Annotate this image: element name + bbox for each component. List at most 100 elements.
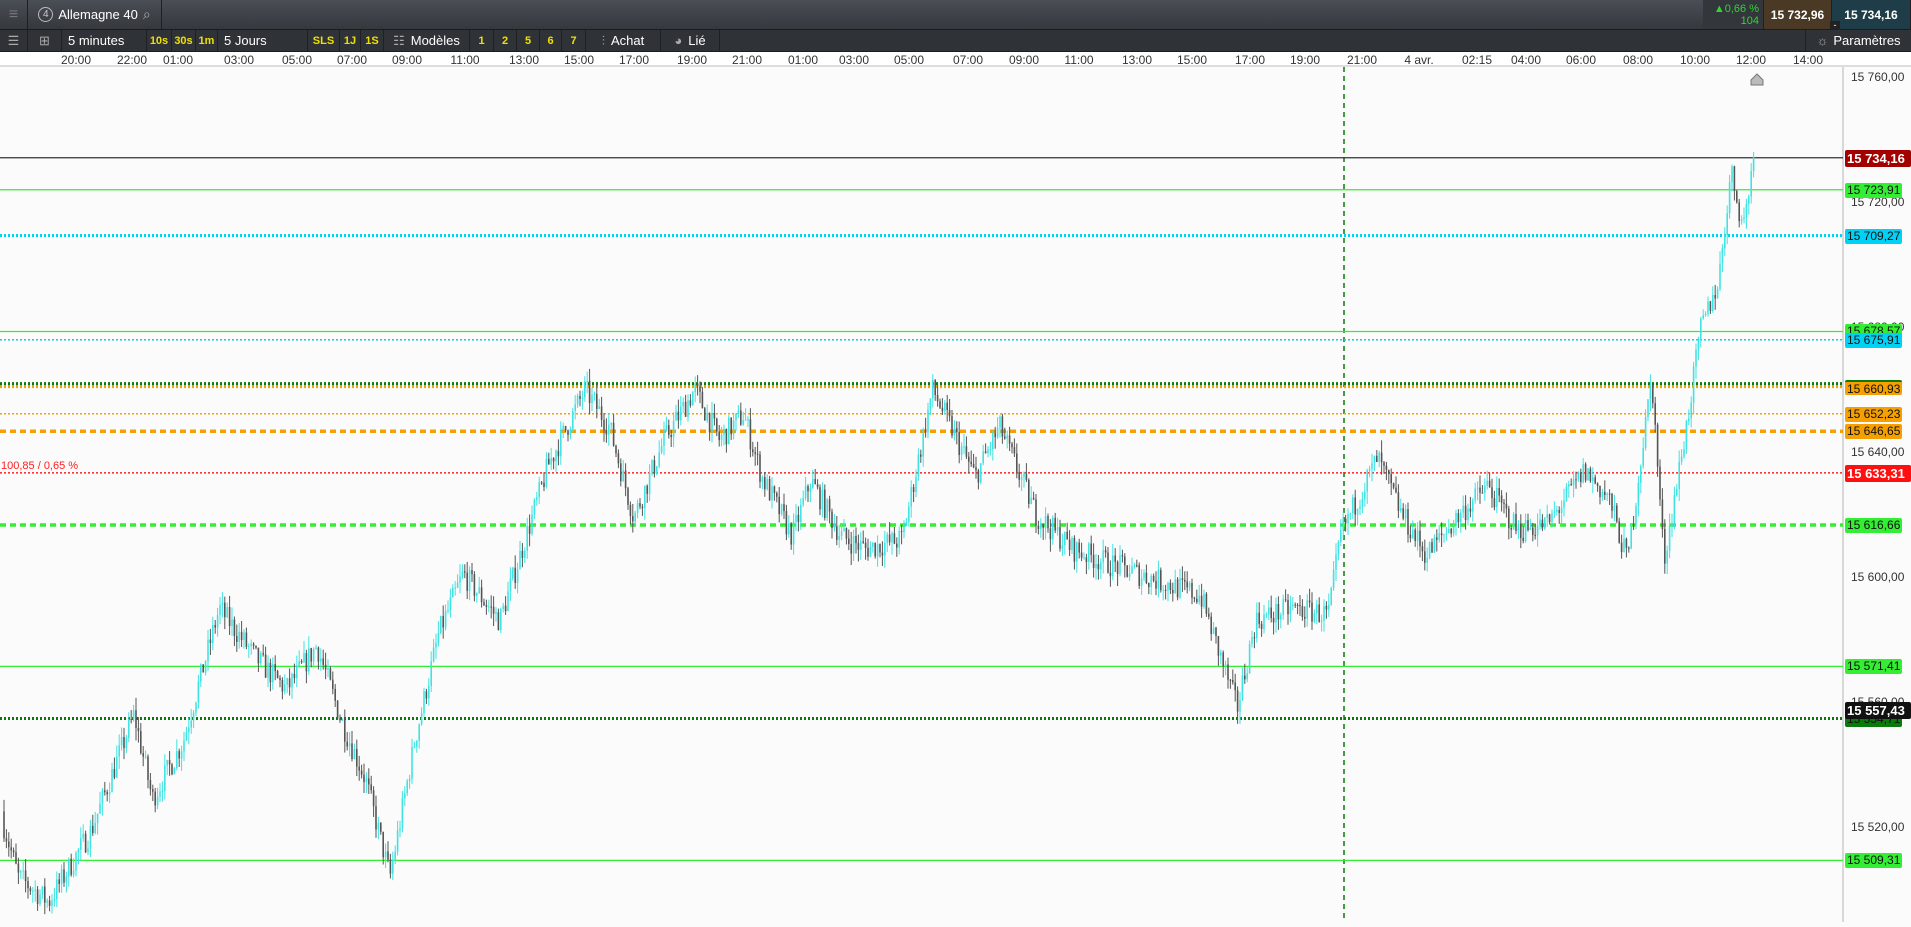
candle-body [51,900,53,906]
preset-7[interactable]: 7 [562,30,586,51]
price-level-tag[interactable]: 15 723,91 [1845,182,1903,198]
period-selector[interactable]: 5 minutes [62,30,147,51]
preset-2[interactable]: 2 [494,30,517,51]
price-level-tag[interactable]: 15 646,65 [1845,424,1903,440]
preset-1[interactable]: 1 [470,30,494,51]
link-icon: ◕ [674,33,683,48]
candle-body [1107,552,1109,573]
price-chart[interactable]: 15 760,0015 720,0015 680,0015 640,0015 6… [0,67,1911,922]
candle-body [1601,491,1604,498]
price-level-tag[interactable]: 15 709,27 [1845,228,1903,244]
candle-body [747,419,749,421]
price-level-tag[interactable]: 15 633,31 [1845,464,1911,482]
buy-button[interactable]: ⫶ Achat [586,30,661,51]
instrument-selector[interactable]: 4 Allemagne 40 ⌕ [28,0,162,29]
price-level-tag[interactable]: 15 675,91 [1845,332,1903,348]
range-1j[interactable]: 1J [340,30,361,51]
candle-body [963,446,965,448]
candle-body [989,449,992,451]
candle-body [17,863,20,873]
candle-body [982,451,984,464]
candle-body [874,542,876,557]
candle-body [322,658,324,665]
candle-body [113,769,116,778]
period-10s[interactable]: 10s [147,30,172,51]
models-button[interactable]: ☷ Modèles [384,30,470,51]
candle-body [440,616,442,634]
candle-body [833,526,836,529]
candle-body [1349,513,1352,515]
scroll-to-latest-marker-icon[interactable] [1750,73,1764,86]
price-level-tag[interactable]: 15 571,41 [1845,659,1903,675]
candle-body [872,542,874,547]
candle-body [1121,555,1124,557]
bid-price-button[interactable]: 15 732,96 [1764,0,1832,29]
change-pct: 0,66 % [1724,2,1759,15]
settings-button[interactable]: ☼ Paramètres [1805,30,1911,51]
candle-body [1376,455,1378,462]
candle-body [1517,523,1520,531]
candle-body [552,458,555,462]
time-tick-label: 08:00 [1622,53,1654,67]
candle-body [855,535,857,544]
hamburger-icon[interactable]: ≡ [0,0,28,29]
candle-body [1232,680,1234,683]
candle-body [1565,486,1568,501]
price-level-tag[interactable]: 15 652,23 [1845,406,1903,422]
candle-body [432,647,435,662]
candle-body [1340,529,1342,542]
period-1m[interactable]: 1m [196,30,218,51]
preset-5[interactable]: 5 [517,30,540,51]
range-sls[interactable]: SLS [308,30,340,51]
candle-body [423,691,425,714]
price-level-tag[interactable]: 15 557,43 [1845,702,1911,720]
candle-body [891,533,893,543]
layout-grid-icon[interactable]: ⊞ [28,30,62,51]
candle-body [1587,468,1589,481]
candle-body [1373,455,1376,464]
candle-body [96,813,99,824]
candle-body [516,569,519,583]
price-level-tag[interactable]: 15 734,16 [1845,149,1911,167]
candle-body [1623,538,1625,553]
list-icon[interactable]: ☰ [0,30,28,51]
candle-body [605,430,608,435]
candle-body [1220,652,1222,656]
candle-body [653,460,656,474]
candle-body [1378,452,1380,462]
candle-body [1088,543,1090,562]
linked-button[interactable]: ◕ Lié [661,30,720,51]
search-icon[interactable]: ⌕ [143,6,151,23]
range-1s[interactable]: 1S [361,30,384,51]
candle-body [204,661,207,673]
price-level-tag[interactable]: 15 660,93 [1845,379,1903,396]
candle-body [828,499,831,512]
ask-price-button[interactable]: 15 734,16 [1832,0,1911,29]
candle-body [29,888,32,892]
range-selector[interactable]: 5 Jours [218,30,308,51]
candle-body [1407,509,1409,535]
preset-6[interactable]: 6 [540,30,562,51]
candle-body [956,428,958,433]
candle-body [1356,508,1359,515]
price-level-tag[interactable]: 15 616,66 [1845,517,1903,533]
price-tick-label: 15 520,00 [1851,820,1905,834]
candle-body [336,700,339,719]
candle-body [168,760,171,765]
candle-body [996,427,999,438]
candle-body [1431,542,1433,553]
candle-body [56,879,58,900]
candle-body [312,649,315,662]
candle-body [228,607,231,627]
candle-body [792,521,795,545]
candle-body [744,419,747,421]
period-30s[interactable]: 30s [172,30,196,51]
candle-body [1311,602,1313,622]
candle-body [46,900,48,903]
candle-body [1721,248,1724,264]
chart-canvas[interactable] [0,67,1911,922]
candle-body [375,806,377,830]
candle-body [1649,384,1652,400]
candle-body [564,425,567,431]
price-level-tag[interactable]: 15 509,31 [1845,853,1903,869]
